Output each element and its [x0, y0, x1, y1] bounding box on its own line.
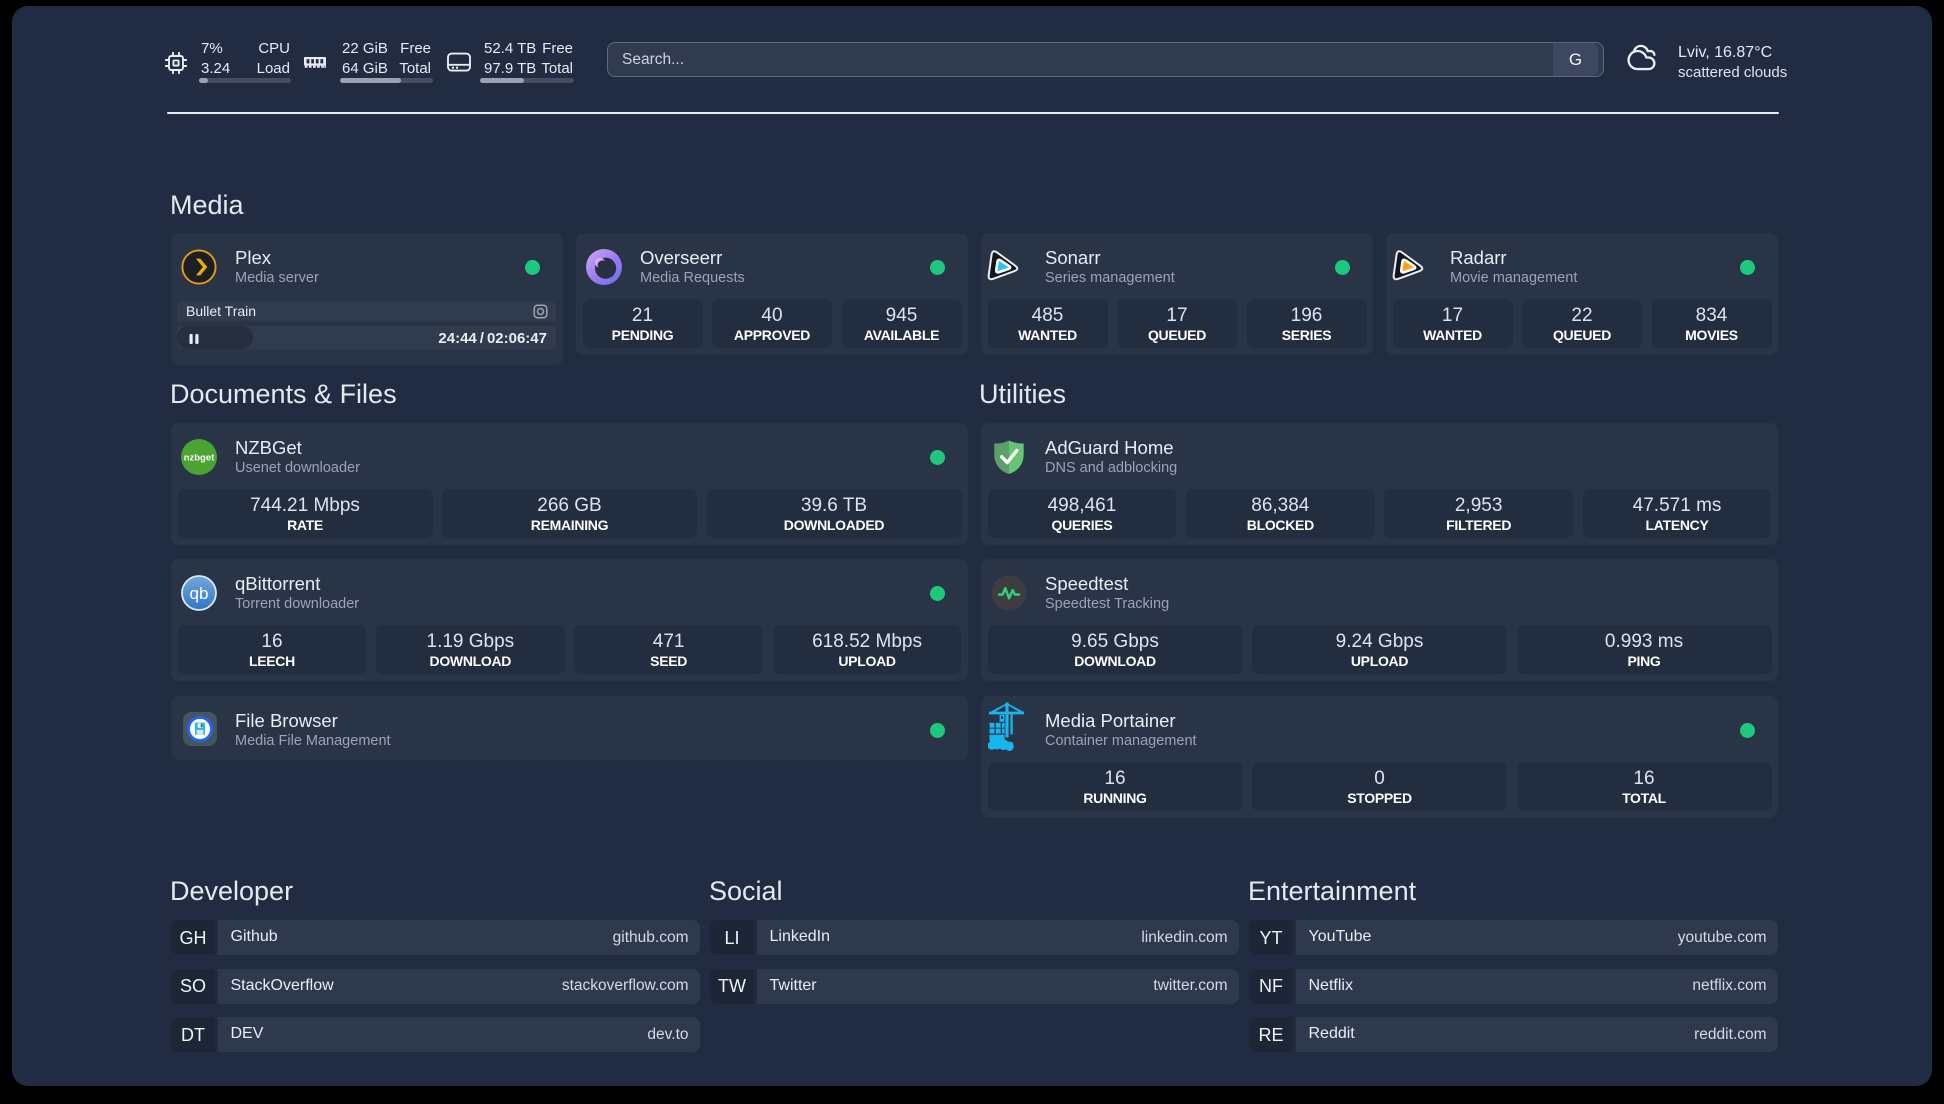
svg-text:qb: qb [190, 584, 209, 603]
svg-text:nzbget: nzbget [184, 453, 215, 464]
